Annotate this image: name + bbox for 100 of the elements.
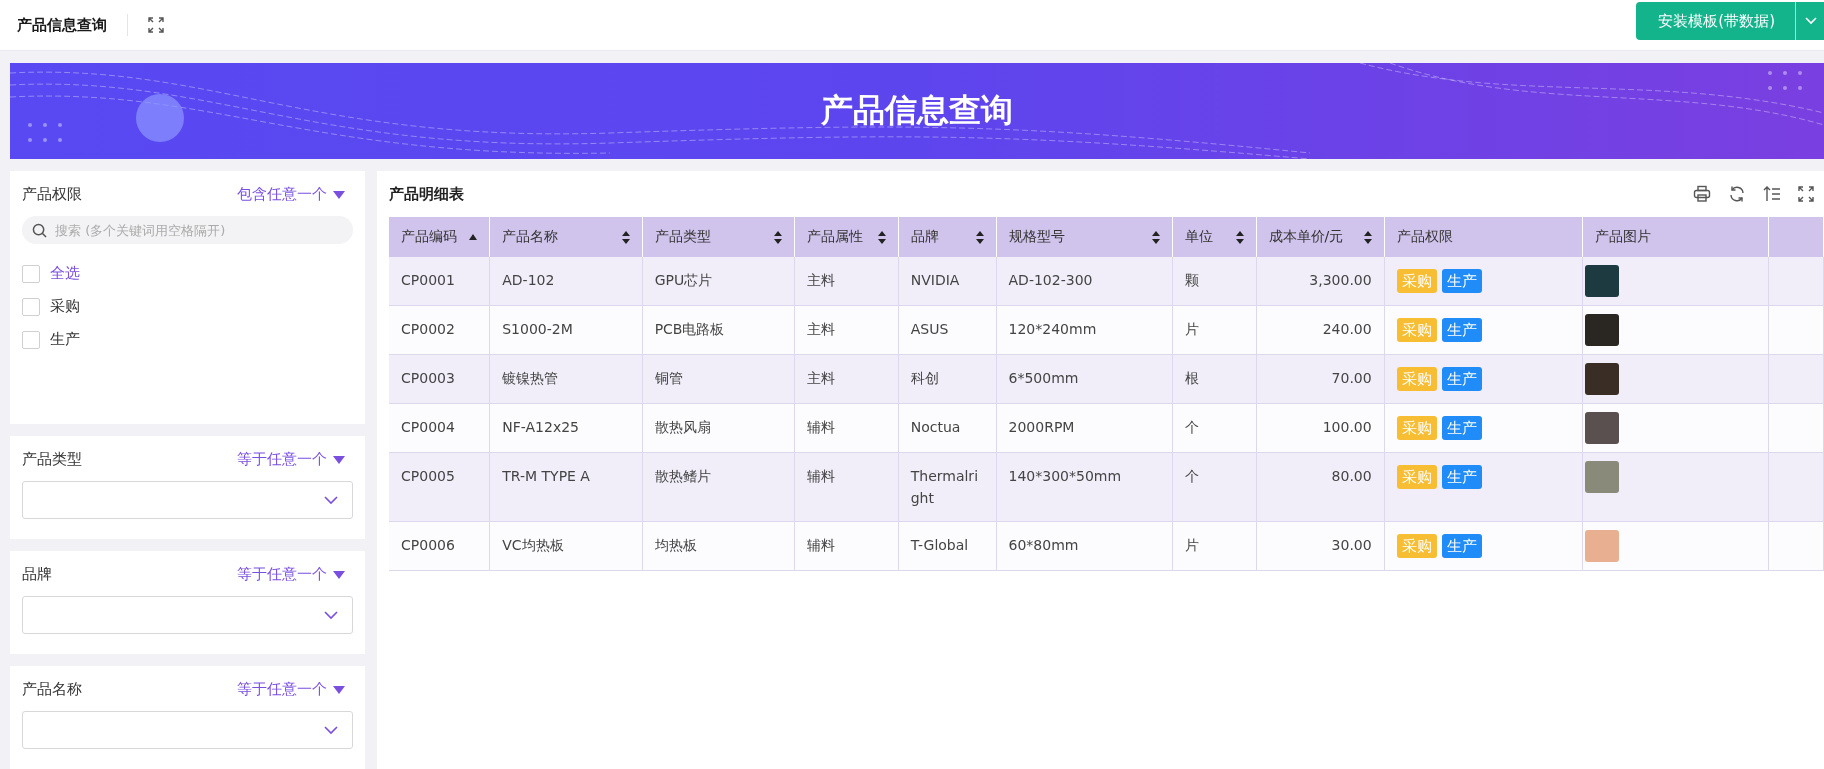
table-cell: AD-102-300 [996,257,1173,306]
table-cell: TR-M TYPE A [489,452,643,522]
chevron-down-icon[interactable] [1804,16,1818,26]
column-header[interactable]: 产品类型 [642,217,795,257]
table-cell: 铜管 [642,354,795,404]
select-field[interactable] [22,481,353,519]
caret-down-icon[interactable] [333,570,345,579]
table-cell: 6*500mm [996,354,1173,404]
table-cell: 240.00 [1256,305,1385,355]
page-title: 产品信息查询 [17,15,107,35]
permission-tag: 生产 [1441,465,1482,489]
operator-dropdown[interactable]: 包含任意一个 [237,185,353,204]
refresh-icon[interactable] [1728,185,1746,203]
column-header[interactable]: 产品属性 [794,217,899,257]
table-cell: NF-A12x25 [489,403,643,453]
permission-tag: 生产 [1441,416,1482,440]
banner-title: 产品信息查询 [821,90,1013,131]
permission-tag: 采购 [1396,367,1437,391]
table-cell: 辅料 [794,403,899,453]
column-header[interactable]: 产品名称 [489,217,643,257]
table-cell: NVIDIA [898,257,997,306]
caret-down-icon[interactable] [333,190,345,199]
table-cell: Noctua [898,403,997,453]
table-cell: S1000-2M [489,305,643,355]
table-cell: 120*240mm [996,305,1173,355]
table-cell: CP0001 [389,257,490,306]
checkbox-option[interactable]: 采购 [22,297,353,316]
table-cell: VC均热板 [489,521,643,571]
select-field[interactable] [22,711,353,749]
permission-tag: 采购 [1396,534,1437,558]
table-cell: ASUS [898,305,997,355]
filter-label: 产品权限 [22,185,82,204]
checkbox-option[interactable]: 生产 [22,330,353,349]
table-cell: AD-102 [489,257,643,306]
table-cell: 2000RPM [996,403,1173,453]
caret-down-icon[interactable] [333,455,345,464]
column-header[interactable]: 品牌 [898,217,997,257]
select-field[interactable] [22,596,353,634]
table-cell: 60*80mm [996,521,1173,571]
sort-list-icon[interactable] [1763,185,1781,203]
column-header[interactable]: 成本单价/元 [1256,217,1385,257]
chevron-down-icon [324,495,338,505]
table-cell: 镀镍热管 [489,354,643,404]
search-icon [32,223,47,238]
table-cell: 散热鳍片 [642,452,795,522]
table-cell: CP0006 [389,521,490,571]
table-title: 产品明细表 [389,184,464,204]
table-cell: 科创 [898,354,997,404]
table-cell: 辅料 [794,452,899,522]
table-cell: 颗 [1172,257,1257,306]
column-header[interactable]: 产品图片 [1582,217,1769,257]
column-header[interactable]: 产品编码 [389,217,490,257]
table-cell: T-Global [898,521,997,571]
table-cell: 辅料 [794,521,899,571]
table-cell: 100.00 [1256,403,1385,453]
table-cell: 个 [1172,403,1257,453]
fullscreen-icon[interactable] [148,17,164,33]
printer-icon[interactable] [1693,185,1711,203]
photo-placeholder[interactable] [1584,314,1619,346]
caret-down-icon[interactable] [333,685,345,694]
table-cell: 70.00 [1256,354,1385,404]
permission-tag: 采购 [1396,318,1437,342]
table-cell: 140*300*50mm [996,452,1173,522]
permission-tag: 采购 [1396,269,1437,293]
table-cell: 散热风扇 [642,403,795,453]
column-header[interactable]: 产品权限 [1384,217,1583,257]
table-cell: Thermalright [898,452,997,522]
operator-dropdown[interactable]: 等于任意一个 [237,450,353,469]
table-cell: 均热板 [642,521,795,571]
table-cell: 根 [1172,354,1257,404]
permission-tag: 生产 [1441,367,1482,391]
table-cell: 主料 [794,354,899,404]
filter-label: 产品类型 [22,450,82,469]
table-cell: CP0002 [389,305,490,355]
column-header[interactable]: 单位 [1172,217,1257,257]
table-cell: 个 [1172,452,1257,522]
table-cell: CP0005 [389,452,490,522]
table-cell: GPU芯片 [642,257,795,306]
permission-tag: 生产 [1441,318,1482,342]
photo-placeholder[interactable] [1584,265,1619,297]
table-cell: 80.00 [1256,452,1385,522]
filter-label: 产品名称 [22,680,82,699]
table-cell: CP0004 [389,403,490,453]
permission-tag: 生产 [1441,534,1482,558]
photo-placeholder[interactable] [1584,363,1619,395]
column-header[interactable]: 规格型号 [996,217,1173,257]
checkbox-option[interactable]: 全选 [22,264,353,283]
operator-dropdown[interactable]: 等于任意一个 [237,565,353,584]
table-cell: 片 [1172,521,1257,571]
photo-placeholder[interactable] [1584,412,1619,444]
permission-tag: 生产 [1441,269,1482,293]
table-cell: 3,300.00 [1256,257,1385,306]
chevron-down-icon [324,610,338,620]
operator-dropdown[interactable]: 等于任意一个 [237,680,353,699]
search-field[interactable]: 搜索 (多个关键词用空格隔开) [22,216,353,244]
permission-tag: 采购 [1396,416,1437,440]
table-cell: 主料 [794,257,899,306]
table-cell: 主料 [794,305,899,355]
permission-tag: 采购 [1396,465,1437,489]
fullscreen-icon[interactable] [1798,186,1814,202]
